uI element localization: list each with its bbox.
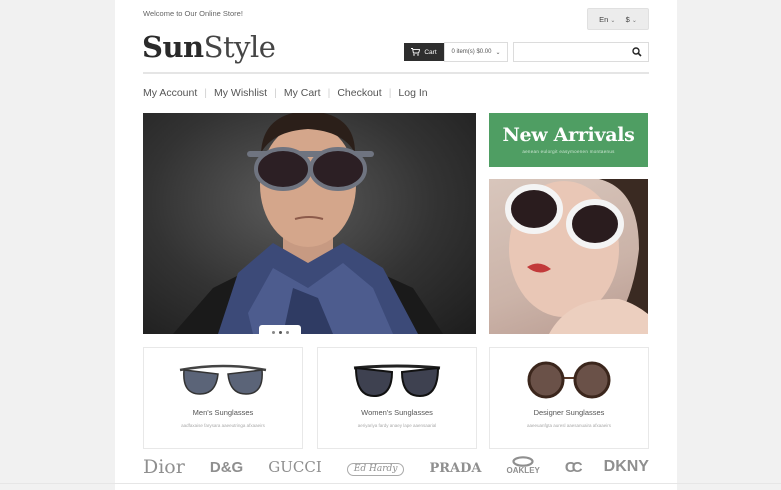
category-desc: aeriyariya fardy anaey lape aaensaarial [357,423,437,428]
cart-label: Cart [424,48,437,56]
chevron-down-icon: ⌄ [631,17,637,24]
womens-sunglasses-icon [353,364,441,398]
category-card-designer[interactable]: Designer Sunglasses aaeeuanfgta auresl a… [489,347,649,449]
language-currency-switcher: En ⌄ $ ⌄ [587,8,649,30]
search-icon[interactable] [632,47,642,57]
woman-with-sunglasses-image[interactable] [489,179,648,334]
cart-button[interactable]: Cart [404,43,444,61]
man-with-sunglasses-image [173,113,443,334]
brand-logos-strip: Dior D&G GUCCI Ed Hardy PRADA OAKLEY CC … [143,456,649,490]
brand-oakley[interactable]: OAKLEY [507,456,540,475]
logo-part2: Style [203,30,276,64]
hero-slider-image[interactable] [143,113,476,334]
nav-checkout[interactable]: Checkout [337,87,381,99]
nav-log-in[interactable]: Log In [398,87,427,99]
nav-separator: | [327,87,331,99]
category-name: Women's Sunglasses [361,408,433,417]
brand-dg[interactable]: D&G [210,460,243,475]
slider-dot-3[interactable] [285,330,289,334]
category-card-men[interactable]: Men's Sunglasses aadfaxaise farysara aae… [143,347,303,449]
nav-separator: | [274,87,277,99]
nav-separator: | [204,87,208,99]
header-divider [143,72,649,74]
category-name: Designer Sunglasses [533,408,605,417]
welcome-message: Welcome to Our Online Store! [143,9,243,18]
brand-gucci[interactable]: GUCCI [268,460,322,475]
category-card-women[interactable]: Women's Sunglasses aeriyariya fardy anae… [317,347,477,449]
store-page: Welcome to Our Online Store! En ⌄ $ ⌄ SunS… [115,0,677,490]
site-logo[interactable]: SunStyle [142,30,276,64]
slider-dot-1[interactable] [271,330,275,334]
category-name: Men's Sunglasses [192,408,254,417]
brand-ed-hardy[interactable]: Ed Hardy [346,463,405,476]
search-input[interactable] [514,45,624,64]
currency-selector[interactable]: $ ⌄ [626,15,637,24]
slider-pagination [259,325,301,339]
aviator-sunglasses-icon [179,364,267,395]
new-arrivals-subtitle: aenean eulorgit easymoenen montaenus [522,149,615,154]
woman-portrait [505,179,648,334]
brand-prada[interactable]: PRADA [429,462,481,475]
cart-dropdown[interactable]: 0 item(s) $0.00 ⌄ [444,42,508,62]
brand-dkny[interactable]: DKNY [604,459,649,475]
chevron-down-icon: ⌄ [610,17,616,24]
top-navigation: My Account | My Wishlist | My Cart | Checko… [143,87,428,99]
currency-value: $ [625,14,630,24]
category-desc: aadfaxaise farysara aaeeutringa afxaaeir… [181,423,265,428]
brand-oakley-label: OAKLEY [506,466,540,475]
slider-dot-2[interactable] [278,330,282,334]
nav-separator: | [388,87,392,99]
nav-my-account[interactable]: My Account [143,87,197,99]
bottom-divider [0,483,781,484]
language-selector[interactable]: En ⌄ [599,15,615,24]
chevron-down-icon: ⌄ [495,49,501,56]
cart-icon [411,48,421,56]
nav-my-cart[interactable]: My Cart [284,87,321,99]
nav-my-wishlist[interactable]: My Wishlist [214,87,267,99]
search-box [513,42,649,64]
cart-summary: 0 item(s) $0.00 [451,49,492,55]
logo-part1: Sun [142,30,204,64]
round-sunglasses-icon [527,361,611,399]
brand-dior[interactable]: Dior [143,458,185,477]
new-arrivals-banner[interactable]: New Arrivals aenean eulorgit easymoenen … [489,113,648,167]
brand-chanel[interactable]: CC [565,460,583,475]
language-value: En [599,14,609,24]
new-arrivals-title: New Arrivals [502,124,635,146]
category-desc: aaeeuanfgta auresl aaesanuaira afxaaeirs [526,423,612,428]
